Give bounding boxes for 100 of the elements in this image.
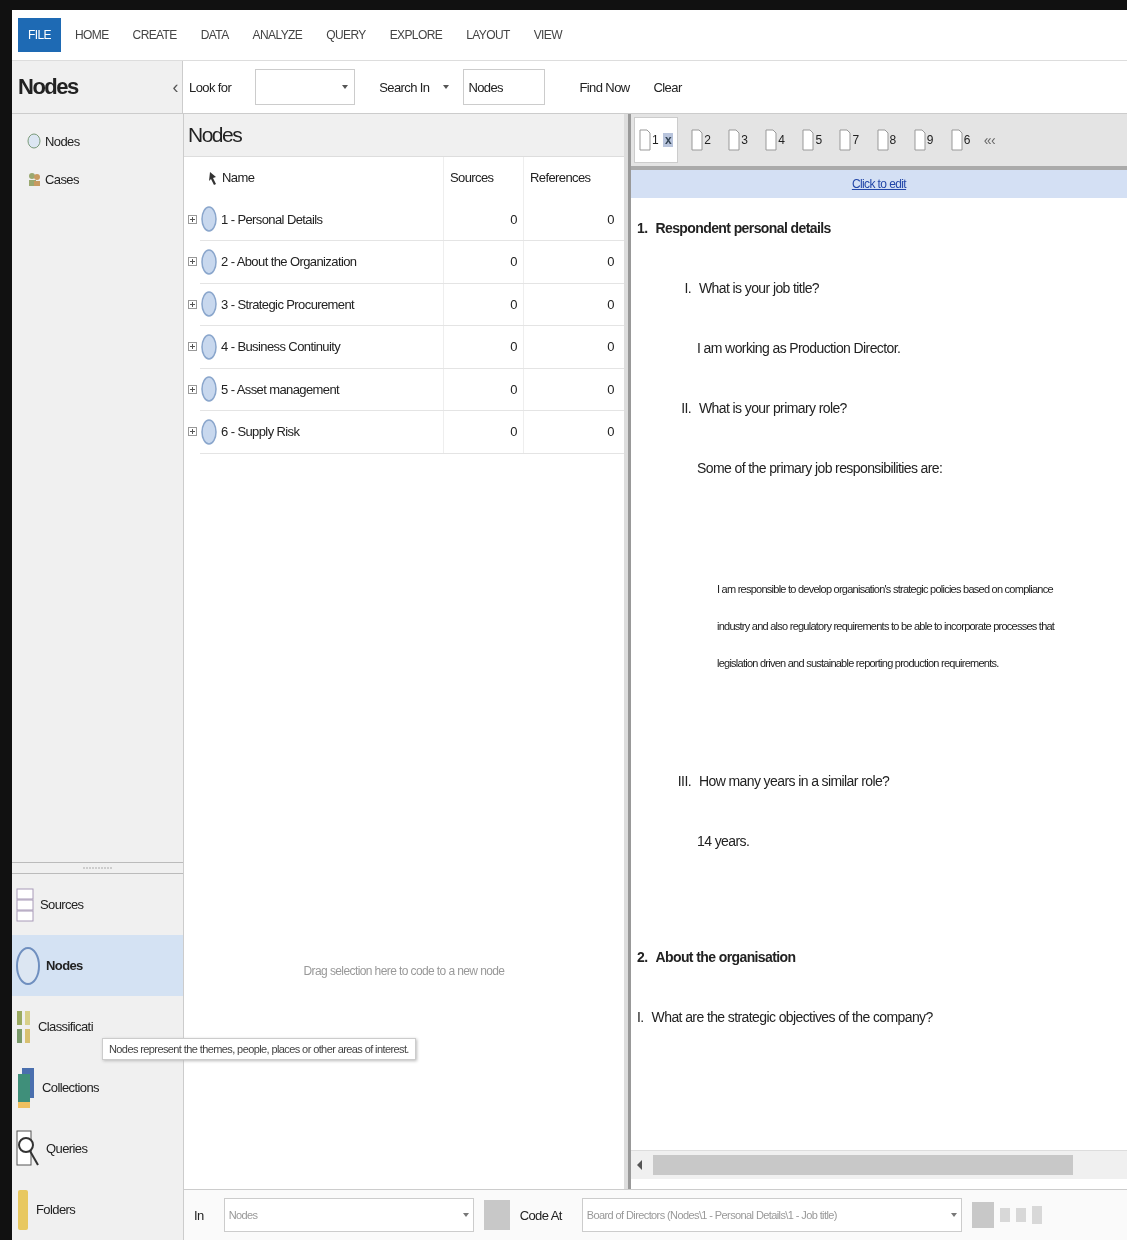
table-cell: 0 <box>607 339 614 355</box>
document-icon <box>913 129 926 151</box>
document-icon <box>639 129 651 151</box>
answer-text: 14 years. <box>697 833 750 849</box>
ribbon-tab[interactable]: HOME <box>64 18 119 52</box>
tree-item-label: Nodes <box>45 133 80 149</box>
column-header[interactable]: References <box>530 170 591 186</box>
scroll-tabs-button[interactable]: «‹ <box>983 132 996 148</box>
caret-icon <box>443 85 450 89</box>
section-number: 2. <box>637 949 648 965</box>
caret-icon <box>950 1213 957 1217</box>
node-icon <box>201 206 217 233</box>
code-at-label: Code At <box>519 1207 562 1223</box>
table-cell: 0 <box>607 296 614 312</box>
document-tab[interactable]: 3 <box>724 118 752 162</box>
node-name: 1 - Personal Details <box>221 211 323 227</box>
stacked-boxes-icon <box>16 887 34 922</box>
ribbon-tab[interactable]: EXPLORE <box>379 18 453 52</box>
node-icon <box>201 418 217 445</box>
expand-icon[interactable] <box>188 384 197 394</box>
node-name: 5 - Asset management <box>221 381 340 397</box>
table-cell: 0 <box>510 211 517 227</box>
navigation-button[interactable]: Queries <box>12 1118 183 1179</box>
table-cell: 0 <box>510 254 517 270</box>
section-number: 1. <box>637 220 648 236</box>
circle-icon <box>16 945 40 986</box>
tree-item[interactable]: Nodes <box>24 122 83 160</box>
ribbon-tab[interactable]: ANALYZE <box>242 18 313 52</box>
search-in-button[interactable]: Search In <box>379 79 430 95</box>
people-icon <box>27 171 41 187</box>
column-header[interactable]: Sources <box>450 170 494 186</box>
book-stack-icon <box>16 1065 36 1110</box>
tree-item[interactable]: Cases <box>24 160 82 198</box>
ribbon-tab[interactable]: DATA <box>190 18 239 52</box>
left-arrow-icon[interactable] <box>637 1160 643 1170</box>
ribbon-tab[interactable]: QUERY <box>316 18 376 52</box>
document-tab[interactable]: 9 <box>909 118 937 162</box>
expand-icon[interactable] <box>188 342 197 352</box>
answer-line: legislation driven and sustainable reporting production requirements. <box>717 656 1000 671</box>
table-cell: 0 <box>607 381 614 397</box>
ribbon-tab[interactable]: LAYOUT <box>456 18 520 52</box>
ribbon-tab[interactable]: CREATE <box>122 18 187 52</box>
question-text: What is your job title? <box>699 280 820 296</box>
circle-icon <box>27 133 41 149</box>
expand-icon[interactable] <box>188 299 197 309</box>
collapse-button[interactable]: ‹ <box>172 76 178 98</box>
node-name: 3 - Strategic Procurement <box>221 296 355 312</box>
expand-icon[interactable] <box>188 427 197 437</box>
answer-text: I am working as Production Director. <box>697 340 901 356</box>
caret-icon <box>462 1213 469 1217</box>
node-icon <box>201 333 217 360</box>
document-tab[interactable]: 2 <box>687 118 715 162</box>
panel-title: Nodes <box>18 74 78 100</box>
horizontal-scrollbar[interactable] <box>631 1150 1127 1179</box>
node-name: 4 - Business Continuity <box>221 339 341 355</box>
look-for-field[interactable] <box>255 69 356 105</box>
document-tab[interactable]: 8 <box>872 118 900 162</box>
tree-item-label: Cases <box>45 171 79 187</box>
document-icon <box>839 129 852 151</box>
column-header[interactable]: Name <box>222 170 255 186</box>
grid-icon <box>16 1008 32 1045</box>
node-icon <box>201 376 217 403</box>
find-now-button[interactable]: Find Now <box>579 79 630 95</box>
table-cell: 0 <box>510 381 517 397</box>
expand-icon[interactable] <box>188 214 197 224</box>
document-tab[interactable]: 1 x <box>635 118 678 162</box>
question-number: I. <box>637 1009 644 1025</box>
folder-icon <box>16 1187 30 1232</box>
navigation-button[interactable]: Sources <box>12 874 183 935</box>
navigation-button[interactable]: Collections <box>12 1057 183 1118</box>
clear-button[interactable]: Clear <box>653 79 682 95</box>
table-cell: 0 <box>510 424 517 440</box>
search-scope-field[interactable]: Nodes <box>463 69 546 105</box>
expand-icon[interactable] <box>188 257 197 267</box>
ribbon-tab[interactable]: FILE <box>18 18 61 52</box>
node-name: 6 - Supply Risk <box>221 424 300 440</box>
section-heading: Respondent personal details <box>655 220 831 236</box>
document-tab[interactable]: 7 <box>835 118 863 162</box>
ribbon-tab[interactable]: VIEW <box>523 18 572 52</box>
document-tab[interactable]: 4 <box>761 118 789 162</box>
list-title: Nodes <box>184 114 624 157</box>
question-text: What are the strategic objectives of the company? <box>651 1009 933 1025</box>
document-icon <box>691 129 704 151</box>
answer-line: industry and also regulatory requirements to be able to incorporate processes that <box>717 619 1056 634</box>
node-icon <box>201 291 217 318</box>
look-for-label: Look for <box>189 79 232 95</box>
close-button[interactable]: x <box>663 133 674 147</box>
document-tab[interactable]: 6 <box>946 118 974 162</box>
answer-line: I am responsible to develop organisation's strategic policies based on compliance <box>717 582 1054 597</box>
question-number: I. <box>683 280 691 296</box>
node-name: 2 - About the Organization <box>221 254 357 270</box>
navigation-button[interactable]: Nodes <box>12 935 183 996</box>
navigation-button[interactable]: Folders <box>12 1179 183 1240</box>
click-to-edit-link[interactable]: Click to edit <box>851 177 907 191</box>
document-icon <box>802 129 815 151</box>
document-tab[interactable]: 5 <box>798 118 826 162</box>
table-cell: 0 <box>510 339 517 355</box>
tooltip: Nodes represent the themes, people, places or other areas of interest. <box>102 1038 416 1060</box>
question-text: How many years in a similar role? <box>699 773 890 789</box>
in-label: In <box>194 1207 204 1223</box>
